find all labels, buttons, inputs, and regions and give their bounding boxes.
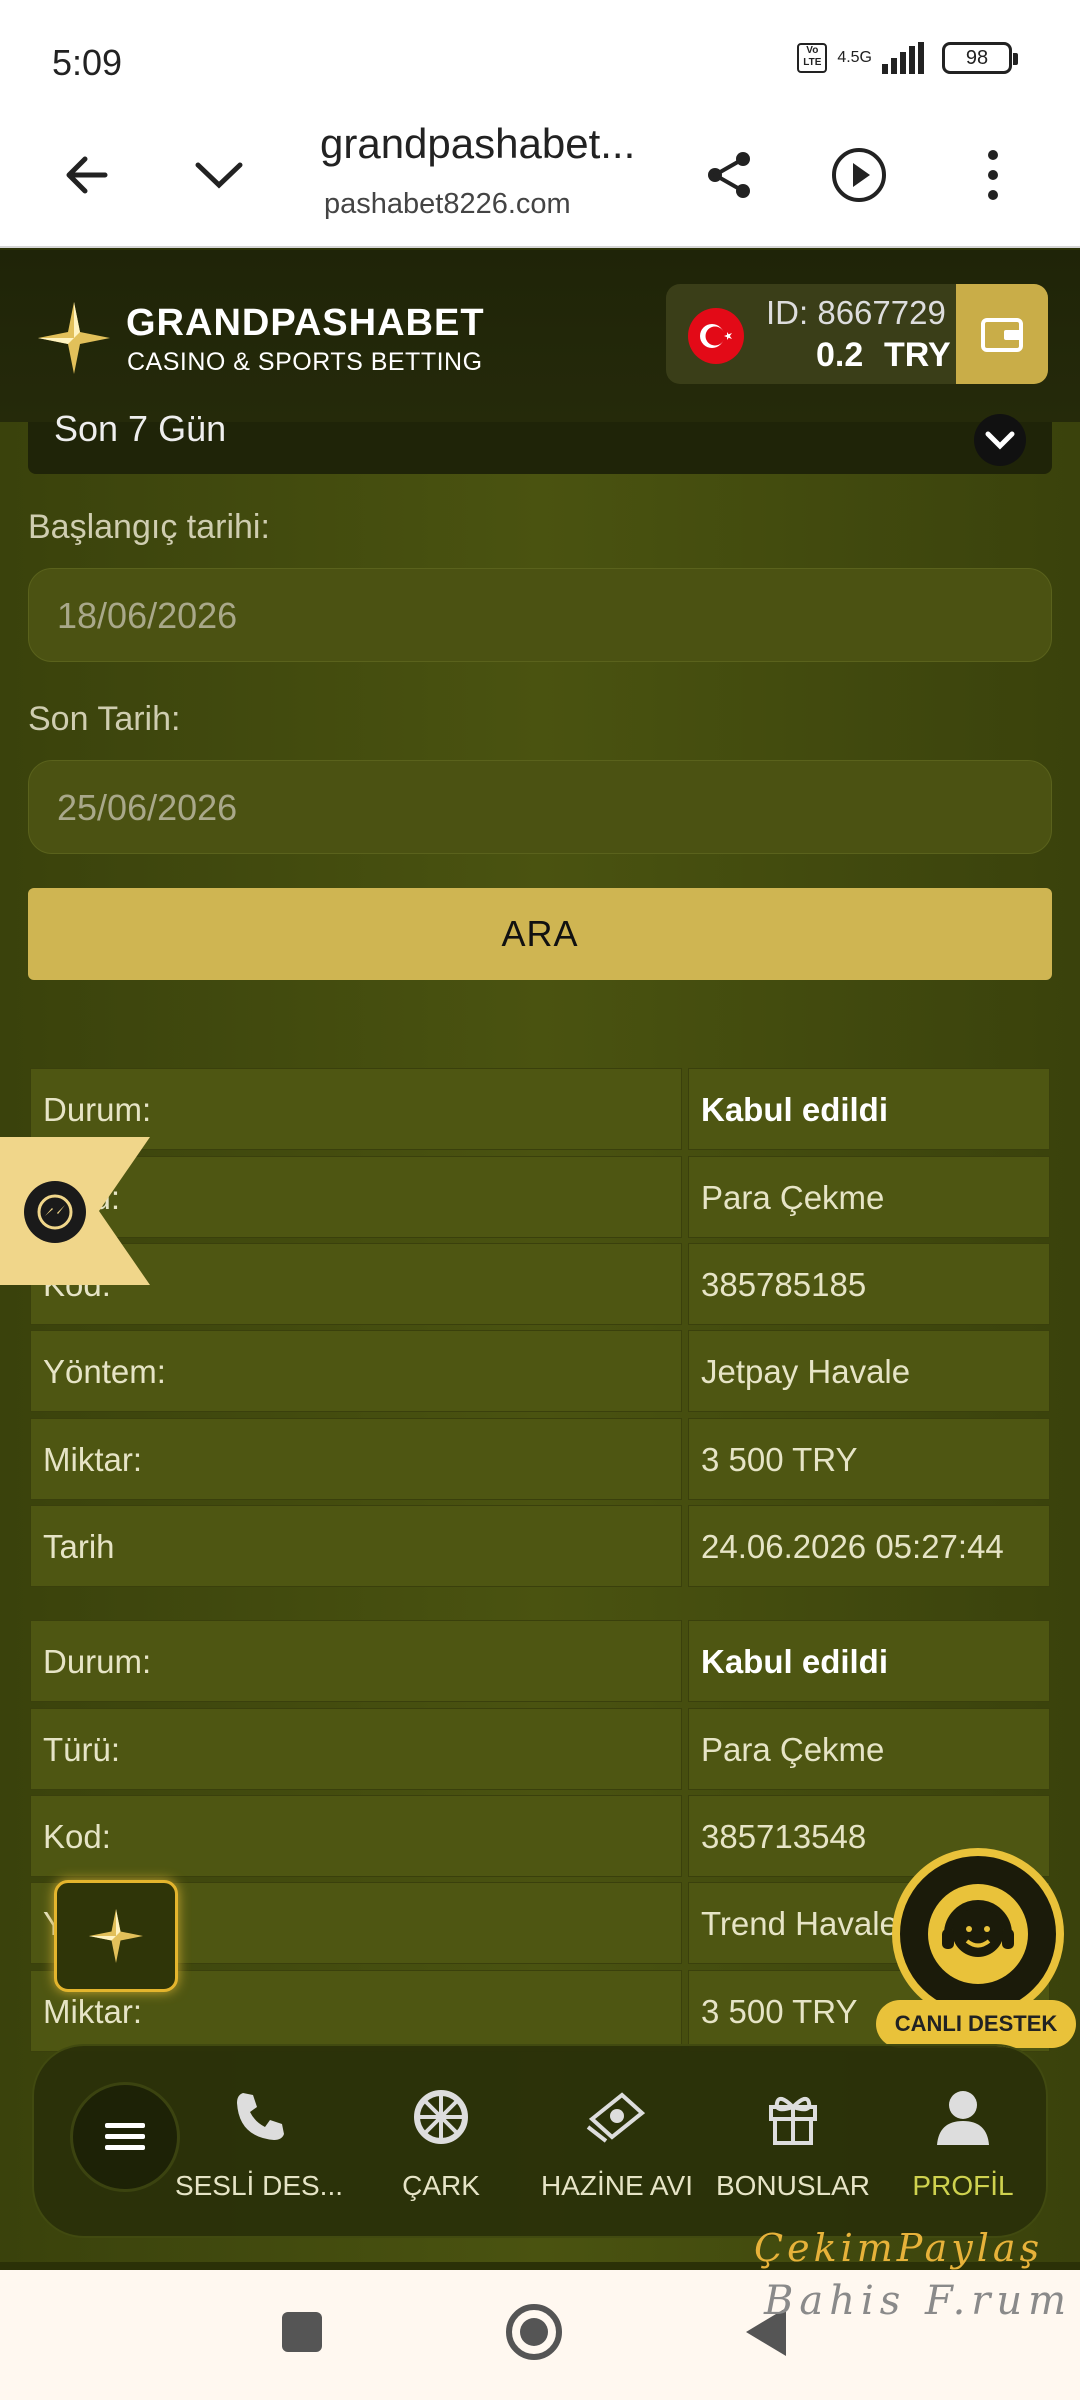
site-header: GRANDPASHABET CASINO & SPORTS BETTING ID… [0,250,1080,422]
network-type: 4.5G [837,49,872,66]
status-value: Kabul edildi [688,1068,1050,1150]
row-label: Miktar: [30,1418,682,1500]
volte-icon: Vo LTE [797,43,828,73]
nav-label: BONUSLAR [715,2170,871,2201]
search-button[interactable]: ARA [28,888,1052,980]
table-row: Türü: Para Çekme [30,1156,1050,1238]
chevron-down-icon[interactable] [974,414,1026,466]
nav-item-bonuses[interactable]: BONUSLAR [708,2082,878,2222]
money-icon [532,2082,702,2152]
wheel-icon [356,2082,526,2152]
turkey-flag-icon [688,308,744,364]
signal-icon [882,42,924,74]
table-row: Miktar: 3 500 TRY [30,1418,1050,1500]
menu-button[interactable] [70,2082,180,2192]
phone-icon [174,2082,344,2152]
nav-item-wheel[interactable]: ÇARK [356,2082,526,2222]
wallet-icon [981,318,1023,352]
brand-tagline: CASINO & SPORTS BETTING [127,348,483,376]
live-support-button[interactable]: CANLI DESTEK [874,1848,1080,2048]
nav-label: PROFİL [912,2170,1014,2201]
status-bar: 5:09 Vo LTE 4.5G 98 [0,0,1080,110]
share-icon[interactable] [694,140,764,210]
row-label: Kod: [30,1795,682,1877]
recents-icon[interactable] [282,2312,322,2352]
period-select-value: Son 7 Gün [54,408,227,449]
back-arrow-icon[interactable] [52,140,122,210]
start-date-label: Başlangıç tarihi: [28,508,270,546]
nav-item-treasure-hunt[interactable]: HAZİNE AVI [532,2082,702,2222]
nav-label: SESLİ DES... [174,2170,344,2201]
live-support-label: CANLI DESTEK [876,2000,1076,2048]
account-id: ID: 8667729 [766,294,946,331]
table-row: Tarih 24.06.2026 05:27:44 [30,1505,1050,1587]
table-row: Türü: Para Çekme [30,1708,1050,1790]
browser-toolbar: grandpashabet... pashabet8226.com [0,110,1080,248]
brand-name[interactable]: GRANDPASHABET [126,302,485,345]
status-value: Kabul edildi [688,1620,1050,1702]
play-icon[interactable] [824,140,894,210]
logo-star-icon[interactable] [34,298,114,383]
star-menu-button[interactable] [54,1880,178,1992]
status-icons: Vo LTE 4.5G 98 [797,42,1018,74]
account-panel[interactable]: ID: 8667729 0.2 TRY [666,284,1048,384]
nav-item-voice-support[interactable]: SESLİ DES... [174,2082,344,2222]
page-url[interactable]: pashabet8226.com [324,188,571,221]
user-icon [878,2082,1048,2152]
bottom-nav: SESLİ DES... ÇARK HAZİNE AVI BONUSLAR PR… [34,2046,1046,2236]
more-options-icon[interactable] [958,140,1028,210]
type-value: Para Çekme [688,1708,1050,1790]
nav-label: HAZİNE AVI [541,2170,693,2201]
watermark-bottom: Bahis F.rum [764,2278,1073,2324]
nav-item-profile[interactable]: PROFİL [878,2082,1048,2222]
messenger-icon[interactable] [24,1181,86,1243]
table-row: Yöntem: Jetpay Havale [30,1330,1050,1412]
account-currency: TRY [884,336,951,374]
home-icon[interactable] [506,2304,562,2360]
row-label: Yöntem: [30,1330,682,1412]
page-title[interactable]: grandpashabet... [320,120,635,168]
table-row: Kod: 385785185 [30,1243,1050,1325]
chevron-down-icon[interactable] [184,140,254,210]
row-label: Durum: [30,1620,682,1702]
gift-icon [708,2082,878,2152]
status-time: 5:09 [52,42,123,83]
type-value: Para Çekme [688,1156,1050,1238]
method-value: Jetpay Havale [688,1330,1050,1412]
headset-icon [892,1848,1064,2020]
wallet-button[interactable] [956,284,1048,384]
end-date-label: Son Tarih: [28,700,181,738]
date-value: 24.06.2026 05:27:44 [688,1505,1050,1587]
end-date-input[interactable]: 25/06/2026 [28,760,1052,854]
watermark-top: ÇekimPaylaş [754,2226,1044,2270]
code-value: 385785185 [688,1243,1050,1325]
battery-icon: 98 [942,42,1018,74]
account-balance: 0.2 [816,336,864,374]
start-date-input[interactable]: 18/06/2026 [28,568,1052,662]
table-row: Durum: Kabul edildi [30,1068,1050,1150]
nav-label: ÇARK [402,2170,480,2201]
period-select[interactable]: Son 7 Gün [28,408,1052,474]
star-icon [89,1909,143,1963]
table-row: Durum: Kabul edildi [30,1620,1050,1702]
amount-value: 3 500 TRY [688,1418,1050,1500]
row-label: Türü: [30,1708,682,1790]
row-label: Tarih [30,1505,682,1587]
hamburger-icon [105,2123,145,2150]
